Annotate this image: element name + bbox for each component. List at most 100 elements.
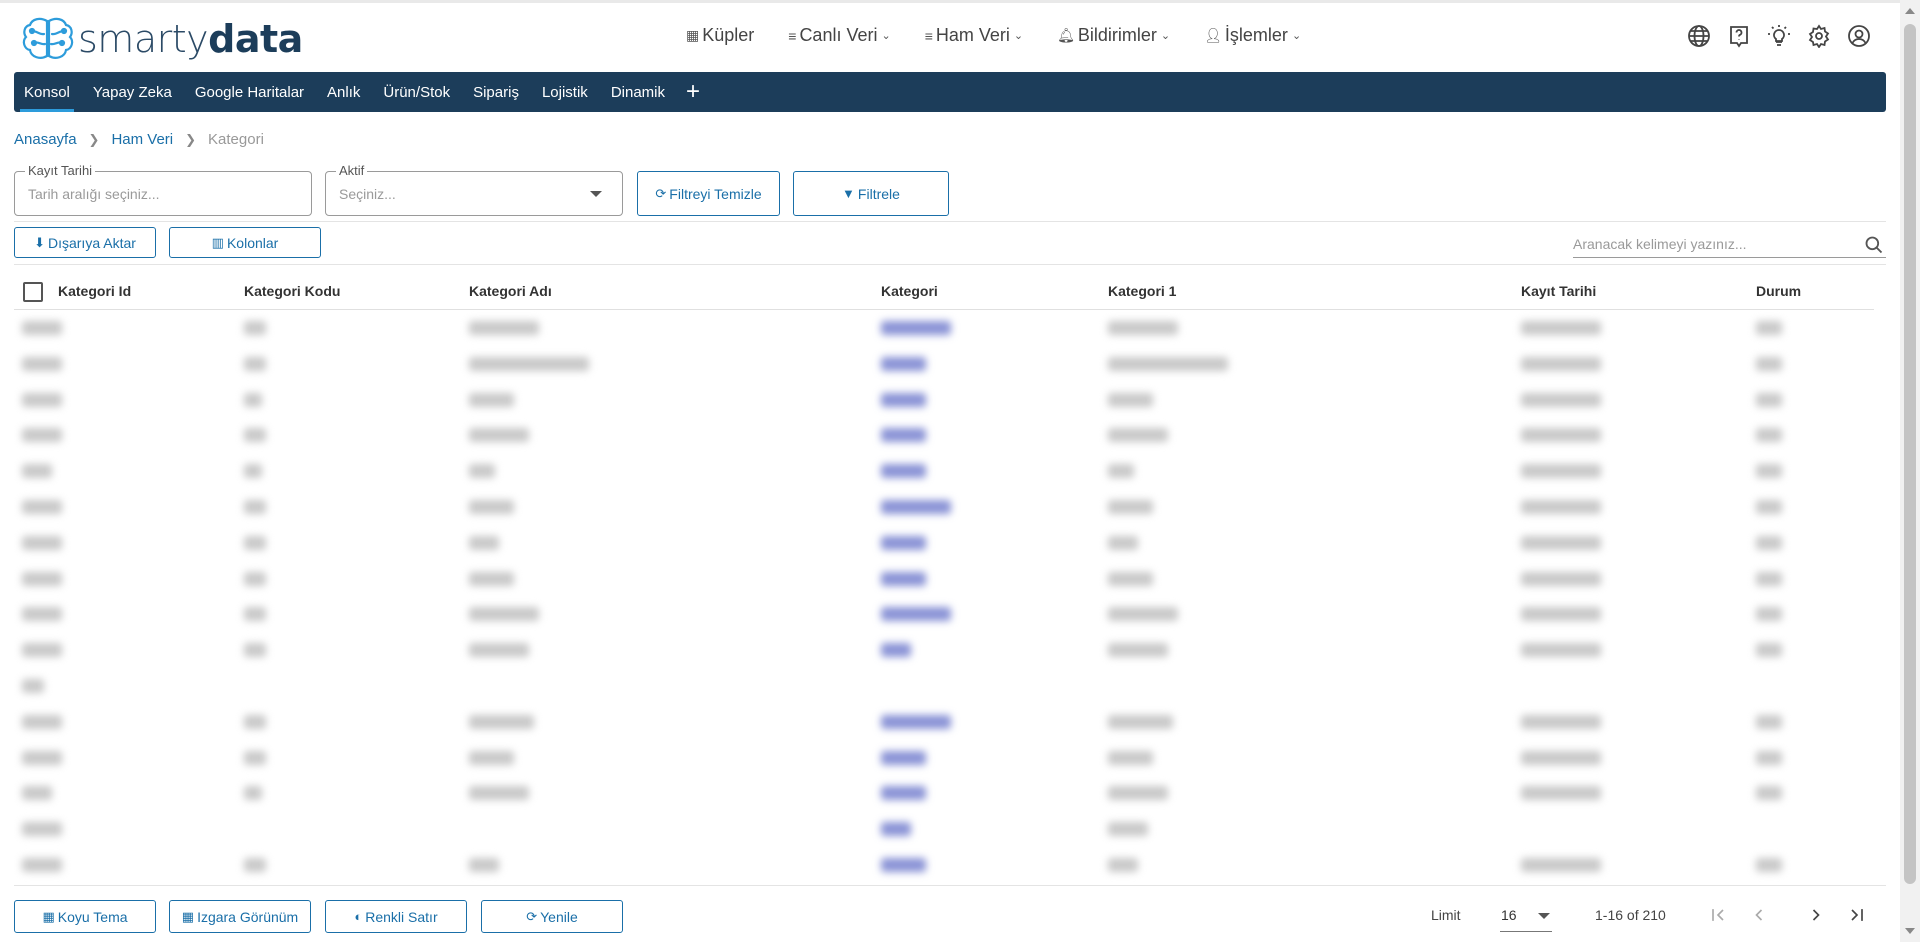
grid-view-label: Izgara Görünüm (197, 908, 299, 925)
table-cell-redacted (244, 356, 266, 371)
table-row[interactable] (14, 632, 1854, 668)
next-page-icon[interactable] (1805, 904, 1827, 926)
breadcrumb-ham-veri[interactable]: Ham Veri (111, 131, 173, 148)
scroll-thumb[interactable] (1904, 24, 1916, 884)
first-page-icon[interactable] (1707, 904, 1729, 926)
table-row[interactable] (14, 847, 1854, 883)
table-cell-redacted (1756, 321, 1782, 335)
help-icon[interactable] (1726, 23, 1751, 48)
table-cell-redacted (1756, 392, 1782, 407)
active-select[interactable]: Aktif Seçiniz... (325, 163, 623, 216)
table-row[interactable] (14, 417, 1854, 453)
nav-ham-veri[interactable]: ≡ Ham Veri ⌄ (925, 25, 1023, 46)
table-cell-redacted (244, 500, 266, 514)
table-row[interactable] (14, 704, 1854, 740)
table-cell-redacted (1108, 500, 1153, 514)
user-gear-icon: 👤︎ (1204, 27, 1222, 43)
colored-row-label: Renkli Satır (365, 908, 438, 925)
limit-select[interactable]: 16 (1500, 898, 1552, 932)
table-row[interactable] (14, 453, 1854, 489)
refresh-label: Yenile (540, 908, 578, 925)
menu-item-google-haritalar[interactable]: Google Haritalar (195, 72, 304, 112)
column-header-kayit-tarihi[interactable]: Kayıt Tarihi (1521, 283, 1596, 299)
table-row[interactable] (14, 382, 1854, 418)
category-link-redacted[interactable] (881, 464, 926, 479)
main-menu-bar: Konsol Yapay Zeka Google Haritalar Anlık… (14, 72, 1886, 112)
category-link-redacted[interactable] (881, 535, 926, 550)
breadcrumb-anasayfa[interactable]: Anasayfa (14, 131, 77, 148)
table-row[interactable] (14, 561, 1854, 597)
menu-item-siparis[interactable]: Sipariş (473, 72, 519, 112)
nav-kupler[interactable]: ▦ Küpler (686, 25, 754, 46)
category-link-redacted[interactable] (881, 858, 926, 872)
category-link-redacted[interactable] (881, 714, 951, 729)
grid-view-button[interactable]: ▦ Izgara Görünüm (169, 900, 311, 933)
category-link-redacted[interactable] (881, 428, 926, 443)
nav-islemler[interactable]: 👤︎ İşlemler ⌄ (1204, 25, 1301, 46)
menu-item-konsol[interactable]: Konsol (20, 72, 74, 112)
globe-icon[interactable] (1686, 23, 1711, 48)
dark-theme-button[interactable]: ▦ Koyu Tema (14, 900, 156, 933)
refresh-button[interactable]: ⟳ Yenile (481, 900, 623, 933)
search-icon[interactable] (1864, 235, 1884, 260)
table-row[interactable] (14, 596, 1854, 632)
column-header-kategori-id[interactable]: Kategori Id (58, 283, 131, 299)
category-link-redacted[interactable] (881, 750, 926, 765)
column-header-durum[interactable]: Durum (1756, 283, 1801, 299)
table-row[interactable] (14, 668, 1854, 704)
search-input[interactable] (1573, 232, 1853, 252)
column-header-kategori-1[interactable]: Kategori 1 (1108, 283, 1176, 299)
columns-button[interactable]: ▥ Kolonlar (169, 227, 321, 258)
table-row[interactable] (14, 346, 1854, 382)
category-link-redacted[interactable] (881, 607, 951, 622)
category-link-redacted[interactable] (881, 822, 911, 837)
scroll-down-icon[interactable] (1905, 928, 1915, 934)
settings-gear-icon[interactable] (1806, 23, 1831, 48)
date-range-field[interactable]: Kayıt Tarihi Tarih aralığı seçiniz... (14, 163, 312, 216)
table-row[interactable] (14, 740, 1854, 776)
table-cell-redacted (244, 714, 266, 729)
select-all-checkbox[interactable] (23, 282, 43, 302)
table-cell-redacted (1756, 571, 1782, 586)
filter-button[interactable]: ▼ Filtrele (793, 171, 949, 216)
table-row[interactable] (14, 310, 1854, 346)
scroll-up-icon[interactable] (1905, 8, 1915, 14)
smartydata-logo[interactable]: smartydata (20, 15, 303, 63)
table-row[interactable] (14, 811, 1854, 847)
account-icon[interactable] (1846, 23, 1871, 48)
column-header-kategori[interactable]: Kategori (881, 283, 938, 299)
breadcrumb-current: Kategori (208, 131, 264, 148)
previous-page-icon[interactable] (1748, 904, 1770, 926)
category-link-redacted[interactable] (881, 500, 951, 514)
nav-bildirimler[interactable]: 🔔︎ Bildirimler ⌄ (1057, 25, 1170, 46)
nav-canli-veri[interactable]: ≡ Canlı Veri ⌄ (788, 25, 890, 46)
nav-canli-veri-label: Canlı Veri (799, 25, 878, 45)
vertical-scrollbar[interactable] (1900, 0, 1920, 942)
category-link-redacted[interactable] (881, 356, 926, 371)
category-link-redacted[interactable] (881, 571, 926, 586)
last-page-icon[interactable] (1846, 904, 1868, 926)
chevron-right-icon: ❯ (185, 131, 197, 147)
table-row[interactable] (14, 775, 1854, 811)
category-link-redacted[interactable] (881, 786, 926, 801)
menu-item-lojistik[interactable]: Lojistik (542, 72, 588, 112)
table-cell-redacted (1756, 714, 1782, 729)
clear-filter-button[interactable]: ⟳ Filtreyi Temizle (637, 171, 780, 216)
theme-bulb-icon[interactable] (1766, 23, 1791, 48)
table-row[interactable] (14, 525, 1854, 561)
menu-item-dinamik[interactable]: Dinamik (611, 72, 665, 112)
add-menu-plus-icon[interactable]: + (686, 80, 700, 104)
category-link-redacted[interactable] (881, 392, 926, 407)
menu-item-yapay-zeka[interactable]: Yapay Zeka (93, 72, 172, 112)
table-row[interactable] (14, 489, 1854, 525)
menu-item-anlik[interactable]: Anlık (327, 72, 360, 112)
category-link-redacted[interactable] (881, 643, 911, 658)
column-header-kategori-adi[interactable]: Kategori Adı (469, 283, 552, 299)
category-link-redacted[interactable] (881, 321, 951, 335)
top-header: smartydata ▦ Küpler ≡ Canlı Veri ⌄ ≡ Ham… (0, 0, 1900, 70)
menu-item-urun-stok[interactable]: Ürün/Stok (383, 72, 450, 112)
colored-row-button[interactable]: ◐ Renkli Satır (325, 900, 467, 933)
column-header-kategori-kodu[interactable]: Kategori Kodu (244, 283, 340, 299)
export-button[interactable]: ⬇ Dışarıya Aktar (14, 227, 156, 258)
table-cell-redacted (1756, 428, 1782, 443)
